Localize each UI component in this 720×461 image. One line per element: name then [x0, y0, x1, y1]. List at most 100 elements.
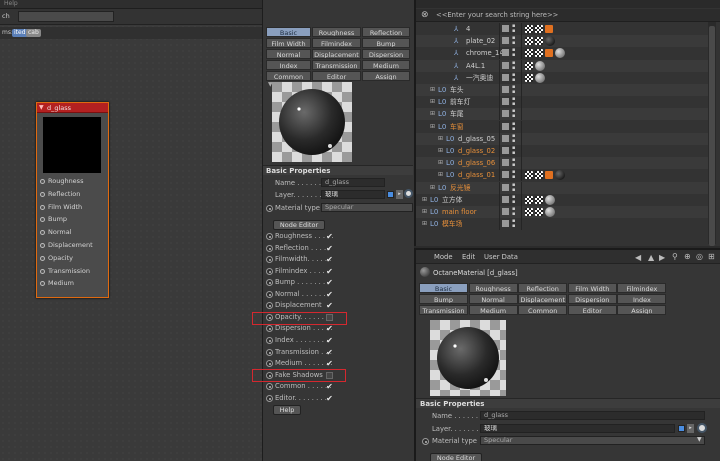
visibility-dots-icon[interactable]: ▪ ▪	[512, 146, 515, 156]
visibility-dots-icon[interactable]: ▪ ▪	[512, 48, 515, 58]
tab-dispersion[interactable]: Dispersion	[362, 49, 410, 59]
channel-radio[interactable]	[266, 290, 273, 298]
texture-tag-icon[interactable]	[525, 195, 533, 204]
texture-tag-icon[interactable]	[525, 73, 533, 82]
texture-tag-icon[interactable]	[525, 25, 533, 33]
channel-checkbox[interactable]: ✔	[326, 336, 333, 344]
menu-user-data[interactable]: User Data	[484, 253, 518, 261]
visibility-dots-icon[interactable]: ▪ ▪	[512, 97, 515, 107]
search-icon[interactable]: ⚲	[672, 252, 678, 261]
attr-tab-displacement[interactable]: Displacement	[518, 294, 568, 304]
visibility-dots-icon[interactable]: ▪ ▪	[512, 60, 515, 71]
layer-icon[interactable]	[502, 183, 509, 191]
object-row[interactable]: ⊞ L0 d_glass_06 ▪ ▪	[416, 157, 716, 170]
port-socket-icon[interactable]	[40, 255, 45, 261]
visibility-column[interactable]: ▪ ▪	[499, 47, 521, 60]
material-node[interactable]: ▼ d_glass Roughness Reflection Film Width B…	[36, 102, 109, 298]
layer-icon[interactable]	[502, 220, 509, 228]
expand-icon[interactable]: ⊞	[430, 108, 435, 120]
material-type-dropdown[interactable]: Specular	[321, 203, 413, 212]
expand-icon[interactable]: ⊞	[438, 133, 443, 145]
layer-icon[interactable]	[502, 195, 509, 203]
material-tag-icon[interactable]	[545, 36, 555, 47]
object-row[interactable]: ⅄ A4L.1 ▪ ▪	[416, 59, 716, 72]
warning-tag-icon[interactable]	[545, 49, 553, 58]
attr-tab-assign[interactable]: Assign	[617, 305, 667, 315]
channel-checkbox[interactable]: ✔	[326, 256, 333, 264]
layer-icon[interactable]	[502, 73, 509, 81]
material-tag-icon[interactable]	[545, 194, 555, 205]
node-port[interactable]: Normal	[39, 226, 107, 238]
channel-radio[interactable]	[266, 336, 273, 344]
layer-icon[interactable]	[502, 147, 509, 154]
object-row[interactable]: ⊞ L0 d_glass_01 ▪ ▪	[416, 169, 716, 182]
material-tag-icon[interactable]	[555, 48, 565, 59]
port-socket-icon[interactable]	[40, 243, 45, 248]
tab-reflection[interactable]: Reflection	[362, 27, 410, 37]
menu-mode[interactable]: Mode	[434, 253, 453, 261]
object-scrollbar[interactable]	[708, 22, 716, 246]
attr-layer-picker-icon[interactable]	[697, 423, 707, 433]
layer-icon[interactable]	[502, 159, 509, 167]
attr-tab-roughness[interactable]: Roughness	[468, 283, 518, 293]
visibility-dots-icon[interactable]: ▪ ▪	[512, 207, 515, 217]
attr-node-editor-button[interactable]: Node Editor	[430, 453, 482, 461]
node-header[interactable]: ▼ d_glass	[37, 103, 108, 113]
object-row[interactable]: ⊞ L0 前车灯 ▪ ▪	[416, 96, 716, 109]
visibility-column[interactable]: ▪ ▪	[499, 84, 521, 96]
channel-radio[interactable]	[266, 325, 273, 333]
expand-icon[interactable]: ⊞	[430, 121, 435, 133]
texture-tag-icon[interactable]	[525, 208, 533, 216]
object-row[interactable]: ⊞ L0 d_glass_02 ▪ ▪	[416, 145, 716, 157]
node-port[interactable]: Reflection	[39, 188, 107, 200]
port-socket-icon[interactable]	[40, 217, 45, 223]
visibility-column[interactable]: ▪ ▪	[499, 193, 521, 206]
channel-checkbox[interactable]: ✔	[326, 233, 333, 241]
attr-tab-dispersion[interactable]: Dispersion	[567, 294, 617, 304]
visibility-column[interactable]: ▪ ▪	[499, 157, 521, 170]
visibility-dots-icon[interactable]: ▪ ▪	[512, 219, 515, 229]
object-row[interactable]: ⊞ L0 车头 ▪ ▪	[416, 84, 716, 96]
attr-material-type-radio[interactable]	[422, 438, 429, 445]
channel-checkbox[interactable]: ✔	[326, 325, 333, 333]
texture-tag-icon[interactable]	[525, 171, 533, 180]
node-port[interactable]: Transmission	[39, 265, 107, 277]
channel-radio[interactable]	[266, 394, 273, 402]
search-input[interactable]: <<Enter your search string here>>	[436, 11, 558, 19]
node-port[interactable]: Displacement	[39, 239, 107, 251]
up-arrow-icon[interactable]: ▲	[648, 253, 654, 262]
port-socket-icon[interactable]	[40, 179, 45, 184]
node-port[interactable]: Opacity	[39, 252, 107, 264]
channel-radio[interactable]	[266, 383, 273, 391]
visibility-column[interactable]: ▪ ▪	[499, 132, 521, 145]
channel-radio[interactable]	[266, 244, 273, 252]
texture-tag-icon[interactable]	[525, 37, 533, 46]
port-socket-icon[interactable]	[40, 191, 45, 197]
tab-editor[interactable]: Editor	[312, 71, 361, 81]
tab-film-width[interactable]: Film Width	[266, 38, 311, 48]
object-row[interactable]: ⅄ plate_02 ▪ ▪	[416, 35, 716, 48]
channel-checkbox[interactable]: ✔	[326, 348, 333, 356]
attr-tab-filmindex[interactable]: Filmindex	[617, 283, 667, 293]
tab-normal[interactable]: Normal	[266, 49, 311, 59]
texture-tag-icon[interactable]	[525, 61, 533, 70]
visibility-dots-icon[interactable]: ▪ ▪	[512, 24, 515, 34]
visibility-column[interactable]: ▪ ▪	[499, 108, 521, 121]
visibility-column[interactable]: ▪ ▪	[499, 71, 521, 84]
attr-tab-index[interactable]: Index	[617, 294, 667, 304]
texture-tag-icon[interactable]	[535, 208, 543, 216]
channel-checkbox[interactable]: ✔	[326, 302, 333, 310]
channel-radio[interactable]	[266, 233, 273, 240]
node-port[interactable]: Roughness	[39, 175, 107, 187]
warning-tag-icon[interactable]	[545, 25, 553, 33]
visibility-dots-icon[interactable]: ▪ ▪	[512, 36, 515, 46]
channel-radio[interactable]	[266, 267, 273, 275]
channel-checkbox[interactable]: ✔	[326, 244, 333, 252]
object-row[interactable]: ⊞ L0 main floor ▪ ▪	[416, 206, 716, 218]
object-row[interactable]: ⊞ L0 车窗 ▪ ▪	[416, 120, 716, 133]
tab-assign[interactable]: Assign	[362, 71, 410, 81]
visibility-dots-icon[interactable]: ▪ ▪	[512, 194, 515, 205]
expand-icon[interactable]: ⊞	[422, 218, 427, 230]
attr-tab-bump[interactable]: Bump	[419, 294, 468, 304]
tab-basic[interactable]: Basic	[266, 27, 311, 37]
